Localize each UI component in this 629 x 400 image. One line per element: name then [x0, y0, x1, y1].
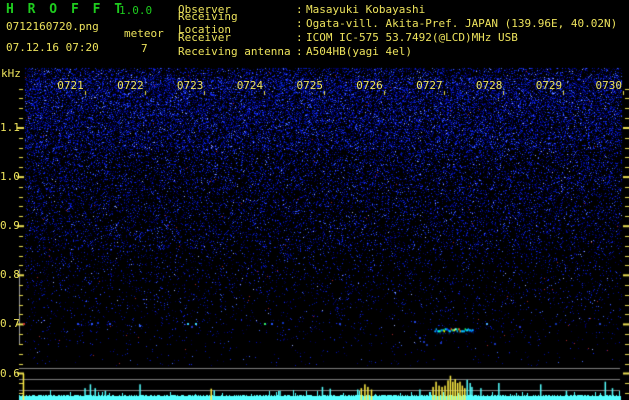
capture-datetime: 07.12.16 07:20 [6, 41, 99, 54]
station-row: Receiving Location: Ogata-vill. Akita-Pre… [178, 10, 618, 36]
time-tick-label: 0724 [236, 79, 264, 92]
time-tick-label: 0722 [117, 79, 144, 92]
freq-tick-label: 0.6 [0, 366, 20, 380]
freq-tick-label: 0.7 [0, 317, 20, 331]
meteor-count: 7 [141, 42, 148, 55]
station-value: A504HB(yagi 4el) [306, 44, 412, 58]
station-colon: : [296, 44, 303, 58]
hrofft-screen: H R O F F T 1.0.0 0712160720.png meteor … [0, 0, 629, 400]
time-tick-label: 0730 [595, 79, 623, 92]
time-tick-label: 0723 [176, 79, 204, 92]
time-tick-label: 0721 [57, 79, 84, 92]
time-tick-label: 0727 [416, 79, 443, 92]
time-tick-label: 0726 [356, 79, 383, 92]
time-tick-label: 0728 [475, 79, 503, 92]
station-value: Masayuki Kobayashi [306, 2, 426, 16]
station-row: Receiver: ICOM IC-575 53.7492(@LCD)MHz US… [178, 30, 617, 44]
station-colon: : [296, 30, 303, 44]
station-value: Ogata-vill. Akita-Pref. JAPAN (139.96E, … [306, 16, 618, 30]
time-tick-label: 0725 [296, 79, 324, 92]
station-colon: : [296, 2, 303, 16]
meteor-counter-label: meteor [124, 27, 164, 40]
station-value: ICOM IC-575 53.7492(@LCD)MHz USB [306, 30, 518, 44]
freq-tick-label: 0.8 [0, 268, 20, 282]
spectrogram-canvas [0, 0, 629, 400]
station-row: Receiving antenna: A504HB(yagi 4el) [178, 44, 617, 58]
app-title: H R O F F T [6, 2, 126, 17]
output-filename: 0712160720.png [6, 20, 99, 33]
freq-tick-label: 1.1 [0, 121, 20, 134]
station-label: Receiver [178, 30, 231, 44]
time-tick-label: 0729 [535, 79, 563, 92]
station-info: Observer: Masayuki Kobayashi Receiving Loc… [178, 2, 617, 58]
freq-tick-label: 0.9 [0, 219, 20, 233]
app-version: 1.0.0 [119, 4, 153, 17]
station-colon: : [296, 16, 303, 30]
station-label: Receiving antenna [178, 44, 291, 58]
freq-tick-label: 1.0 [0, 170, 20, 184]
frequency-unit-label: kHz [1, 67, 21, 80]
